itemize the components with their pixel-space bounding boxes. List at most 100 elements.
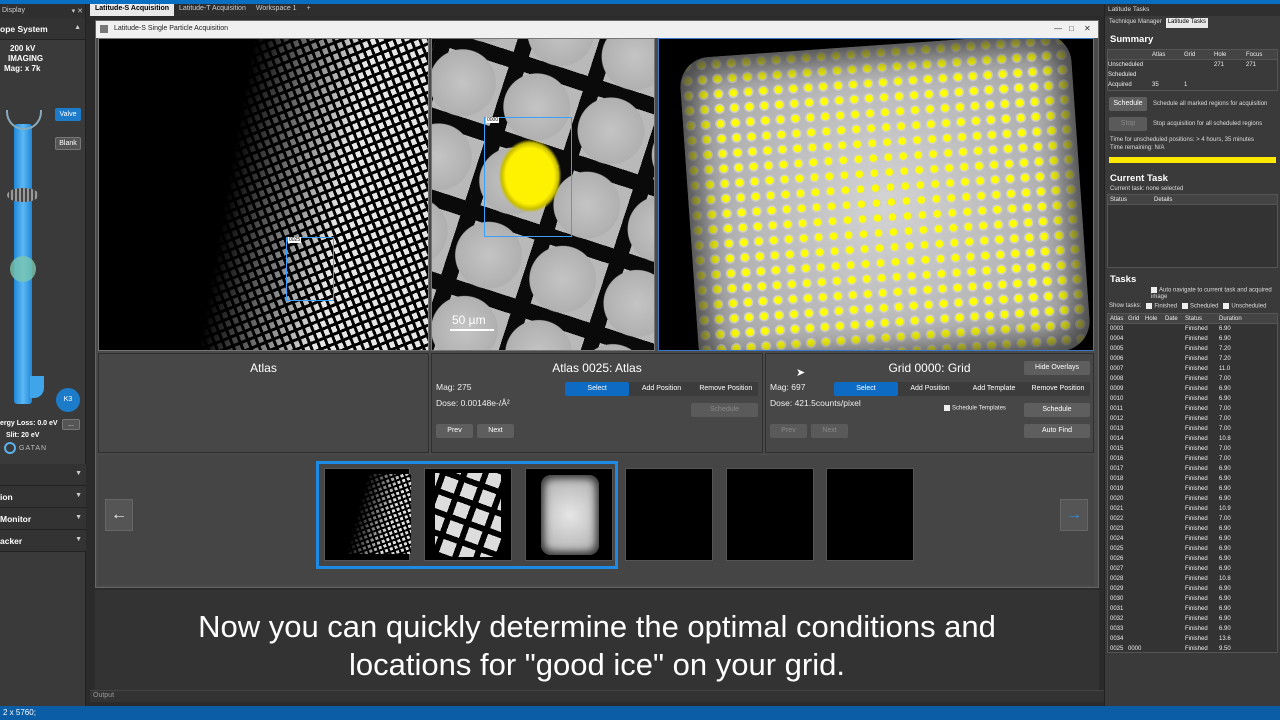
checkbox-checked-icon[interactable]	[1146, 302, 1153, 309]
tab-latitude-tasks[interactable]: Latitude Tasks	[1165, 18, 1208, 28]
task-row[interactable]: 0027 Finished 6.90	[1108, 564, 1277, 574]
task-row[interactable]: 0024 Finished 6.90	[1108, 534, 1277, 544]
scale-bar	[450, 329, 494, 331]
task-row[interactable]: 0012 Finished 7.00	[1108, 414, 1277, 424]
task-row[interactable]: 0010 Finished 6.90	[1108, 394, 1277, 404]
square-image-view[interactable]: 0000 50 µm	[431, 38, 655, 351]
task-row[interactable]: 0022 Finished 7.00	[1108, 514, 1277, 524]
scope-system-section[interactable]: ope System ▲	[0, 18, 85, 40]
grid-thumbnail[interactable]	[525, 468, 613, 561]
prev-arrow-icon[interactable]: ←	[105, 499, 133, 531]
checkbox-checked-icon[interactable]	[1182, 302, 1189, 309]
panel-menu-icon[interactable]: ▾ ✕	[72, 7, 83, 15]
task-row[interactable]: 0021 Finished 10.9	[1108, 504, 1277, 514]
k3-detector-icon[interactable]: K3	[56, 388, 80, 412]
task-row[interactable]: 0005 Finished 7.20	[1108, 344, 1277, 354]
auto-navigate-checkbox[interactable]: Auto navigate to current task and acquir…	[1105, 287, 1280, 300]
task-cell: Finished	[1185, 356, 1208, 363]
task-row[interactable]: 0013 Finished 7.00	[1108, 424, 1277, 434]
tab-latitude-s[interactable]: Latitude-S Acquisition	[90, 4, 175, 16]
tab-technique-manager[interactable]: Technique Manager	[1107, 18, 1164, 28]
checkbox-checked-icon[interactable]	[1223, 302, 1230, 309]
checkbox-checked-icon[interactable]	[944, 405, 950, 411]
square-selection-box[interactable]: 0000	[484, 117, 572, 237]
atlas0025-schedule-button[interactable]: Schedule	[691, 403, 758, 417]
task-row[interactable]: 0014 Finished 10.8	[1108, 434, 1277, 444]
task-row[interactable]: 0019 Finished 6.90	[1108, 484, 1277, 494]
blank-button[interactable]: Blank	[55, 137, 81, 150]
task-row[interactable]: 0029 Finished 6.90	[1108, 584, 1277, 594]
task-row[interactable]: 0026 Finished 6.90	[1108, 554, 1277, 564]
task-row[interactable]: 0025 Finished 6.90	[1108, 544, 1277, 554]
task-row[interactable]: 0023 Finished 6.90	[1108, 524, 1277, 534]
task-row[interactable]: 0031 Finished 6.90	[1108, 604, 1277, 614]
chevron-down-icon[interactable]: ▼	[75, 492, 82, 507]
task-row[interactable]: 0033 Finished 6.90	[1108, 624, 1277, 634]
square-thumbnail[interactable]	[424, 468, 512, 561]
atlas-selection-box[interactable]: 0025	[286, 237, 334, 301]
summary-schedule-button[interactable]: Schedule	[1109, 97, 1147, 111]
grid0000-schedule-button[interactable]: Schedule	[1024, 403, 1090, 417]
task-row[interactable]: 0018 Finished 6.90	[1108, 474, 1277, 484]
select-mode-button[interactable]: Select	[834, 382, 898, 396]
task-row[interactable]: 0006 Finished 7.20	[1108, 354, 1277, 364]
task-row[interactable]: 0009 Finished 6.90	[1108, 384, 1277, 394]
tracker-section[interactable]: acker ▼	[0, 530, 86, 552]
task-row[interactable]: 0020 Finished 6.90	[1108, 494, 1277, 504]
atlas-thumbnail[interactable]	[324, 468, 411, 561]
output-bar[interactable]: Output	[90, 690, 1104, 702]
empty-thumbnail-2[interactable]	[726, 468, 814, 561]
maximize-icon[interactable]: □	[1069, 24, 1074, 33]
checkbox-checked-icon[interactable]	[1151, 287, 1157, 293]
task-row[interactable]: 0004 Finished 6.90	[1108, 334, 1277, 344]
schedule-templates-checkbox[interactable]: Schedule Templates	[944, 405, 1006, 412]
atlas0025-next-button[interactable]: Next	[477, 424, 514, 438]
empty-thumbnail-1[interactable]	[625, 468, 713, 561]
auto-find-button[interactable]: Auto Find	[1024, 424, 1090, 438]
add-position-button[interactable]: Add Position	[898, 382, 962, 396]
add-template-button[interactable]: Add Template	[962, 382, 1026, 396]
chevron-down-icon[interactable]: ▼	[75, 514, 82, 529]
valve-button[interactable]: Valve	[55, 108, 81, 121]
minimize-icon[interactable]: —	[1054, 24, 1062, 33]
add-tab-button[interactable]: +	[302, 4, 316, 16]
atlas0025-prev-button[interactable]: Prev	[436, 424, 473, 438]
chevron-down-icon[interactable]: ▼	[75, 536, 82, 551]
task-row[interactable]: 0008 Finished 7.00	[1108, 374, 1277, 384]
empty-thumbnail-3[interactable]	[826, 468, 914, 561]
grid-image-view[interactable]	[658, 38, 1094, 351]
task-row[interactable]: 0028 Finished 10.8	[1108, 574, 1277, 584]
task-row[interactable]: 0017 Finished 6.90	[1108, 464, 1277, 474]
task-row[interactable]: 0034 Finished 13.6	[1108, 634, 1277, 644]
remove-position-button[interactable]: Remove Position	[694, 382, 758, 396]
task-row[interactable]: 0015 Finished 7.00	[1108, 444, 1277, 454]
monitor-section[interactable]: Monitor ▼	[0, 508, 86, 530]
task-row[interactable]: 0011 Finished 7.00	[1108, 404, 1277, 414]
filter-scheduled[interactable]: Scheduled	[1182, 302, 1218, 309]
remove-position-button[interactable]: Remove Position	[1026, 382, 1090, 396]
task-row[interactable]: 0003 Finished 6.90	[1108, 324, 1277, 334]
add-position-button[interactable]: Add Position	[629, 382, 693, 396]
energy-options-button[interactable]: ...	[62, 419, 80, 430]
task-row[interactable]: 0016 Finished 7.00	[1108, 454, 1277, 464]
tab-workspace-1[interactable]: Workspace 1	[251, 4, 302, 16]
grid0000-next-button[interactable]: Next	[811, 424, 848, 438]
atlas-image-view[interactable]: 0025	[98, 38, 429, 351]
task-row[interactable]: 0007 Finished 11.0	[1108, 364, 1277, 374]
chevron-down-icon[interactable]: ▼	[75, 470, 82, 485]
filter-finished[interactable]: Finished	[1146, 302, 1177, 309]
hide-overlays-button[interactable]: Hide Overlays	[1024, 361, 1090, 375]
collapsed-section-1[interactable]: ▼	[0, 464, 86, 486]
task-row[interactable]: 0032 Finished 6.90	[1108, 614, 1277, 624]
task-row[interactable]: 0030 Finished 6.90	[1108, 594, 1277, 604]
summary-stop-button[interactable]: Stop	[1109, 117, 1147, 131]
filter-unscheduled[interactable]: Unscheduled	[1223, 302, 1266, 309]
tab-latitude-t[interactable]: Latitude-T Acquisition	[174, 4, 251, 16]
chevron-up-icon[interactable]: ▲	[74, 24, 81, 39]
grid0000-prev-button[interactable]: Prev	[770, 424, 807, 438]
next-arrow-icon[interactable]: →	[1060, 499, 1088, 531]
close-icon[interactable]: ✕	[1084, 24, 1091, 33]
task-row[interactable]: 0025 0000 Finished 9.50	[1108, 644, 1277, 652]
select-mode-button[interactable]: Select	[565, 382, 630, 396]
collapsed-section-2[interactable]: ion ▼	[0, 486, 86, 508]
